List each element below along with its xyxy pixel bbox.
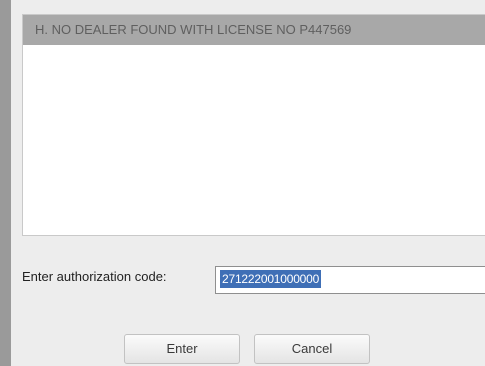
message-list[interactable]: H. NO DEALER FOUND WITH LICENSE NO P4475…: [22, 14, 485, 236]
authorization-code-label: Enter authorization code:: [22, 269, 167, 284]
enter-button[interactable]: Enter: [124, 334, 240, 364]
list-item[interactable]: H. NO DEALER FOUND WITH LICENSE NO P4475…: [23, 15, 485, 45]
authorization-code-input[interactable]: 271222001000000: [215, 266, 485, 294]
window-edge: [0, 0, 11, 366]
cancel-button[interactable]: Cancel: [254, 334, 370, 364]
authorization-dialog: H. NO DEALER FOUND WITH LICENSE NO P4475…: [0, 0, 485, 366]
authorization-code-value: 271222001000000: [220, 270, 322, 288]
